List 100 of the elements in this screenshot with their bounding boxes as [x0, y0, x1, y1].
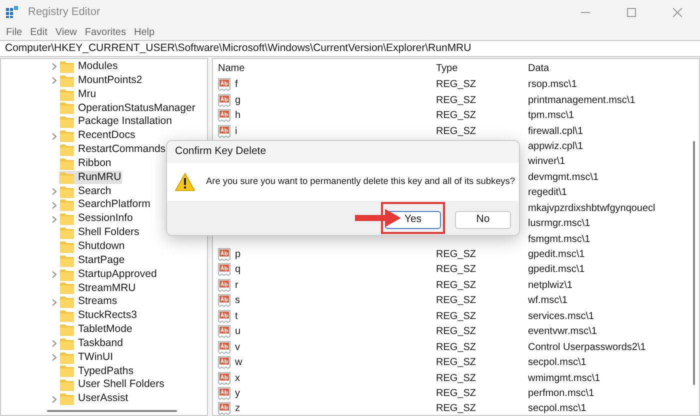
folder-icon [60, 227, 74, 240]
value-data: netplwiz\1 [527, 278, 572, 293]
string-value-icon [218, 372, 233, 385]
value-data: lusrmgr.msc\1 [527, 217, 590, 232]
value-data: eventvwr.msc\1 [527, 325, 597, 340]
chevron-icon[interactable] [52, 132, 56, 140]
string-value-icon [218, 263, 233, 276]
value-data: gpedit.msc\1 [527, 263, 585, 278]
folder-icon [60, 379, 74, 392]
value-name: x [235, 372, 240, 386]
folder-icon [60, 199, 74, 212]
menu-item[interactable]: File [6, 24, 22, 40]
scrollbar-thumb[interactable] [47, 410, 177, 412]
tree-item[interactable]: StartPage [59, 254, 126, 268]
tree-item[interactable]: Streams [59, 296, 118, 309]
tree-item[interactable]: TypedPaths [59, 364, 134, 378]
value-name: i [235, 124, 238, 139]
string-value-icon [218, 325, 233, 338]
tree-item[interactable]: SessionInfo [59, 212, 134, 226]
string-value-icon [218, 248, 233, 262]
value-data: services.msc\1 [527, 310, 594, 324]
folder-icon [60, 296, 74, 308]
tree-item[interactable]: Shell Folders [59, 226, 140, 240]
tree-item[interactable]: UserAssist [59, 392, 130, 406]
scrollbar-thumb[interactable] [693, 141, 695, 385]
folder-icon [60, 365, 74, 378]
string-value-icon [218, 294, 233, 308]
folder-icon [60, 116, 74, 128]
column-header[interactable]: Type [433, 60, 525, 76]
value-data: winver\1 [527, 155, 566, 170]
string-value-icon [218, 356, 233, 370]
chevron-icon[interactable] [52, 188, 56, 196]
value-name: u [235, 325, 241, 340]
value-data: printmanagement.msc\1 [527, 94, 636, 108]
chevron-icon[interactable] [52, 298, 56, 306]
value-data: secpol.msc\1 [527, 356, 586, 370]
tree-item[interactable]: RestartCommands [59, 143, 167, 156]
tree-item[interactable]: OperationStatusManager [59, 102, 196, 115]
tree-item[interactable]: StreamMRU [59, 282, 137, 295]
string-value-icon [218, 78, 233, 92]
string-value-icon [218, 278, 233, 292]
value-data: wf.msc\1 [527, 294, 568, 308]
value-data: Control Userpasswords2\1 [527, 340, 646, 355]
tree-item[interactable]: Package Installation [59, 116, 173, 129]
menu-item[interactable]: View [55, 24, 77, 40]
value-name: y [235, 386, 240, 401]
value-name: p [235, 248, 241, 262]
chevron-icon[interactable] [52, 271, 56, 278]
tree-item[interactable]: RecentDocs [59, 130, 136, 143]
value-name: z [235, 402, 240, 415]
tree-item[interactable]: TabletMode [59, 323, 134, 336]
tree-item[interactable]: StuckRects3 [59, 310, 138, 323]
tree-item[interactable]: Search [59, 185, 112, 198]
tree-item[interactable]: Taskband [59, 337, 124, 350]
value-data: perfmon.msc\1 [527, 386, 594, 401]
column-header[interactable]: Data [525, 60, 550, 76]
chevron-icon[interactable] [52, 216, 56, 223]
tree-item[interactable]: User Shell Folders [59, 378, 166, 392]
value-type: REG_SZ [436, 249, 476, 260]
menu-item[interactable]: Favorites [84, 24, 126, 40]
warning-icon [175, 173, 195, 191]
value-type: REG_SZ [436, 110, 476, 122]
tree-item[interactable]: RunMRU [59, 171, 122, 184]
value-data: devmgmt.msc\1 [527, 170, 599, 185]
string-value-icon [218, 109, 233, 122]
chevron-icon[interactable] [52, 340, 56, 348]
value-data: mkajvpzrdixshbtwfgynqouecl [527, 202, 656, 216]
dialog-button[interactable]: No [455, 210, 511, 229]
value-type: REG_SZ [436, 264, 476, 276]
menu-item[interactable]: Help [134, 24, 155, 40]
chevron-icon[interactable] [52, 63, 56, 70]
value-data: wmimgmt.msc\1 [527, 372, 600, 386]
tree-item[interactable]: Modules [59, 60, 119, 74]
value-type: REG_SZ [436, 357, 476, 368]
chevron-icon[interactable] [52, 396, 56, 403]
tree-item[interactable]: Mru [59, 88, 98, 102]
column-header[interactable]: Name [213, 60, 433, 76]
value-data: secpol.msc\1 [527, 402, 586, 415]
close-icon [672, 8, 682, 16]
folder-icon [60, 393, 74, 406]
tree-item[interactable]: SearchPlatform [59, 198, 152, 212]
chevron-icon[interactable] [52, 202, 56, 209]
value-type: REG_SZ [436, 310, 476, 322]
menu-item[interactable]: Edit [30, 24, 48, 40]
chevron-icon[interactable] [52, 77, 56, 84]
maximize-icon [626, 8, 636, 16]
tree-item[interactable]: TWinUI [59, 351, 114, 364]
folder-icon [60, 130, 74, 142]
folder-icon [60, 268, 74, 281]
tree-item[interactable]: Ribbon [59, 157, 112, 170]
tree-item[interactable]: StartupApproved [59, 268, 158, 282]
folder-icon [60, 158, 74, 170]
value-data: rsop.msc\1 [527, 78, 577, 92]
folder-icon [60, 102, 74, 114]
tree-item[interactable]: Shutdown [59, 240, 126, 254]
chevron-icon[interactable] [52, 354, 56, 362]
folder-icon [60, 282, 74, 294]
folder-icon [60, 352, 74, 364]
tree-item[interactable]: MountPoints2 [59, 74, 144, 88]
value-data: appwiz.cpl\1 [527, 140, 584, 154]
